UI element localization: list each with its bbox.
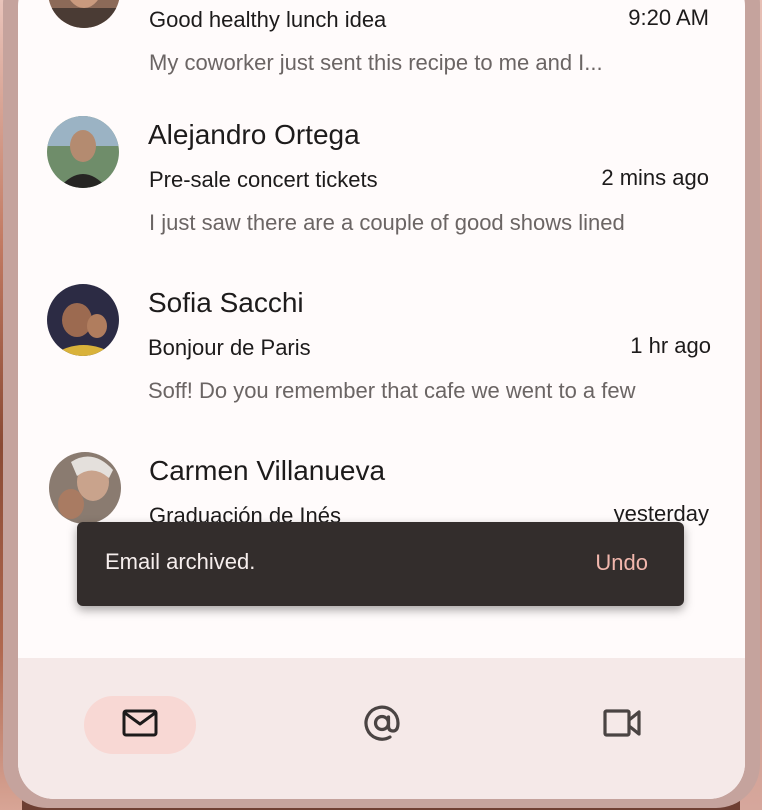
- email-subject: Pre-sale concert tickets: [149, 167, 378, 192]
- email-subject: Good healthy lunch idea: [149, 7, 387, 32]
- nav-item-mentions[interactable]: [352, 696, 412, 754]
- video-camera-icon: [603, 708, 641, 743]
- email-preview: I just saw there are a couple of good sh…: [149, 210, 625, 235]
- nav-item-video[interactable]: [592, 696, 652, 754]
- email-sender: Sofia Sacchi: [148, 287, 304, 318]
- email-subject: Bonjour de Paris: [148, 335, 311, 360]
- snackbar: Email archived. Undo: [77, 522, 684, 606]
- email-list-item[interactable]: Sofia Sacchi Bonjour de Paris 1 hr ago S…: [18, 278, 745, 446]
- nav-item-inbox[interactable]: [84, 696, 196, 754]
- email-list-item[interactable]: Good healthy lunch idea 9:20 AM My cowor…: [18, 0, 745, 110]
- avatar: [49, 452, 121, 524]
- email-time: 9:20 AM: [628, 5, 709, 30]
- at-sign-icon: [363, 704, 401, 747]
- email-time: 2 mins ago: [601, 165, 709, 190]
- avatar: [47, 284, 119, 356]
- email-sender: Carmen Villanueva: [149, 455, 386, 486]
- email-preview: Soff! Do you remember that cafe we went …: [148, 378, 636, 403]
- bottom-navigation: [18, 658, 745, 799]
- app-screen: Good healthy lunch idea 9:20 AM My cowor…: [18, 0, 745, 799]
- undo-button[interactable]: Undo: [595, 550, 648, 576]
- avatar: [48, 0, 120, 28]
- email-time: 1 hr ago: [630, 333, 711, 358]
- email-sender: Alejandro Ortega: [148, 119, 360, 150]
- email-list-item[interactable]: Alejandro Ortega Pre-sale concert ticket…: [18, 110, 745, 278]
- snackbar-message: Email archived.: [105, 549, 256, 574]
- mail-icon: [122, 709, 158, 742]
- avatar: [47, 116, 119, 188]
- email-preview: My coworker just sent this recipe to me …: [149, 50, 603, 75]
